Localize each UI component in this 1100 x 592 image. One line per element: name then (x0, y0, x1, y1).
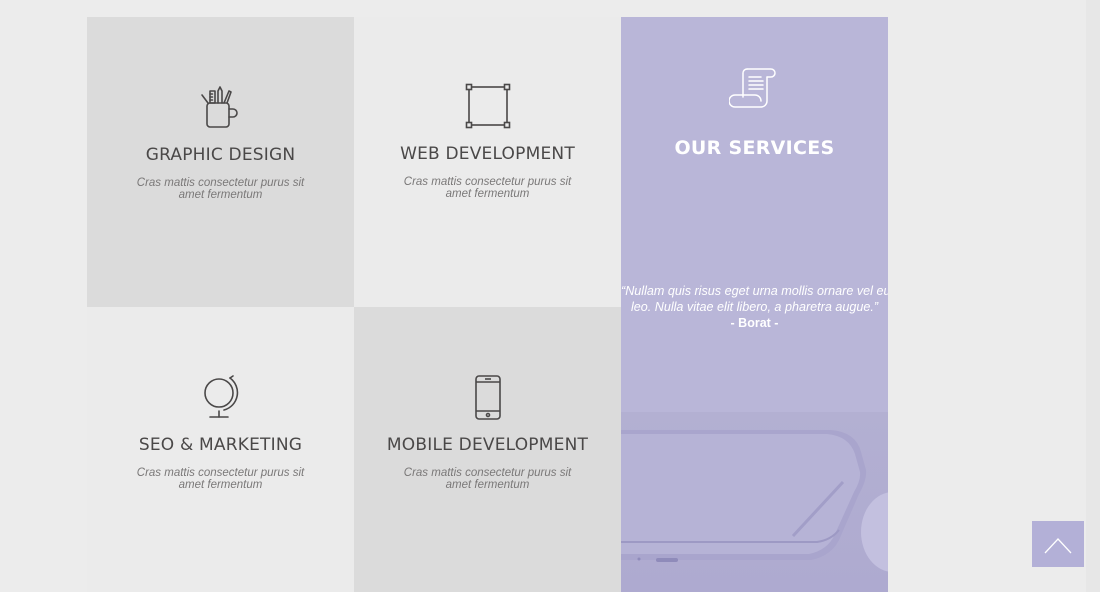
scroll-to-top-button[interactable] (1032, 521, 1084, 567)
service-description: Cras mattis consectetur purus sit amet f… (136, 467, 305, 491)
our-services-panel: OUR SERVICES “Nullam quis risus eget urn… (621, 17, 888, 592)
mouse-image (861, 492, 888, 572)
service-description: Cras mattis consectetur purus sit amet f… (403, 467, 572, 491)
service-tile-graphic-design: GRAPHIC DESIGN Cras mattis consectetur p… (87, 17, 354, 307)
services-title: OUR SERVICES (674, 137, 835, 159)
service-description: Cras mattis consectetur purus sit amet f… (403, 176, 572, 200)
service-title: MOBILE DEVELOPMENT (386, 435, 589, 455)
vector-square-icon (464, 83, 512, 131)
quote-author: - Borat - (730, 316, 779, 330)
smartphone-icon (464, 374, 512, 422)
service-tile-seo-marketing: SEO & MARKETING Cras mattis consectetur … (87, 307, 354, 592)
page-edge (1086, 0, 1100, 592)
testimonial-quote: “Nullam quis risus eget urna mollis orna… (621, 283, 888, 315)
scroll-document-icon (728, 65, 781, 113)
service-title: GRAPHIC DESIGN (145, 145, 296, 165)
service-title: SEO & MARKETING (138, 435, 303, 455)
globe-icon (197, 373, 245, 421)
laptop-image (621, 430, 867, 562)
chevron-up-icon (1044, 538, 1072, 554)
quote-line: leo. Nulla vitae elit libero, a pharetra… (630, 300, 879, 314)
pencil-cup-icon (197, 83, 245, 131)
service-tile-web-development: WEB DEVELOPMENT Cras mattis consectetur … (354, 17, 621, 307)
services-grid: GRAPHIC DESIGN Cras mattis consectetur p… (87, 17, 888, 592)
quote-line: “Nullam quis risus eget urna mollis orna… (621, 284, 888, 298)
service-description: Cras mattis consectetur purus sit amet f… (136, 177, 305, 201)
service-title: WEB DEVELOPMENT (400, 144, 575, 164)
service-tile-mobile-development: MOBILE DEVELOPMENT Cras mattis consectet… (354, 307, 621, 592)
